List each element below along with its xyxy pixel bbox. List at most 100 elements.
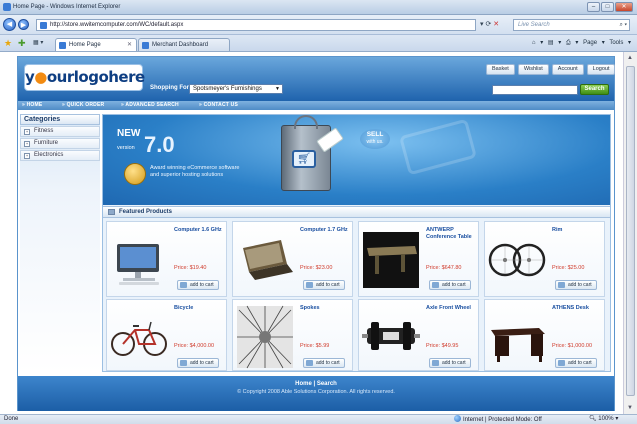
spokes-image	[237, 305, 293, 369]
add-to-cart-button[interactable]: add to cart	[303, 280, 345, 290]
command-labels[interactable]: Page ▾ Tools ▾	[583, 40, 631, 46]
featured-products-header: Featured Products	[103, 206, 610, 218]
add-to-cart-button[interactable]: add to cart	[555, 280, 597, 290]
nav-advanced-search[interactable]: » ADVANCED SEARCH	[121, 102, 179, 108]
site-logo[interactable]: y●ourlogohere	[24, 64, 145, 91]
search-icon[interactable]: ⌕ ▾	[619, 20, 627, 30]
product-card[interactable]: Axle Front Wheel Price: $49.95 add to ca…	[358, 299, 479, 371]
tab-favicon	[59, 42, 66, 49]
add-to-cart-button[interactable]: add to cart	[555, 358, 597, 368]
product-price: Price: $4,000.00	[174, 343, 215, 349]
add-to-cart-button[interactable]: add to cart	[303, 358, 345, 368]
site-search-button[interactable]: Search	[580, 84, 609, 95]
tab-home-page[interactable]: Home Page ✕	[55, 38, 137, 51]
hub-image	[362, 322, 420, 350]
add-to-cart-button[interactable]: add to cart	[429, 280, 471, 290]
vertical-scrollbar[interactable]: ▲ ▼	[623, 52, 637, 414]
site-search-input[interactable]	[492, 85, 578, 95]
logo-y: y	[25, 68, 35, 86]
forward-icon[interactable]: ▶	[18, 19, 29, 30]
tab-label: Home Page	[69, 42, 101, 48]
product-card[interactable]: Computer 1.7 GHz Price: $23.00 add to ca…	[232, 221, 353, 297]
product-name[interactable]: Bicycle	[174, 305, 226, 312]
product-name[interactable]: Spokes	[300, 305, 352, 312]
refresh-stop-icons[interactable]: ▾ ⟳ ✕	[480, 20, 499, 28]
command-bar[interactable]: ⌂ ▾ ▤ ▾ ⎙ ▾ Page ▾ Tools ▾	[532, 39, 631, 47]
product-name[interactable]: Axle Front Wheel	[426, 305, 478, 312]
award-text: Award winning eCommerce software and sup…	[150, 165, 240, 178]
shop-for-select[interactable]: Spotsmeyer's Furnishings ▼	[189, 84, 283, 94]
tab-merchant-dashboard[interactable]: Merchant Dashboard	[138, 38, 230, 51]
account-button[interactable]: Account	[551, 64, 584, 75]
ie-icon	[3, 3, 11, 11]
minimize-button[interactable]: –	[587, 2, 600, 12]
featured-title: Featured Products	[119, 209, 173, 215]
nav-contact-us[interactable]: » CONTACT US	[199, 102, 238, 108]
footer-links[interactable]: Home | Search	[18, 381, 614, 387]
table-image	[363, 232, 419, 288]
wishlist-button[interactable]: Wishlist	[517, 64, 549, 75]
add-to-cart-label: add to cart	[568, 282, 592, 288]
expand-icon[interactable]: +	[24, 153, 30, 159]
add-to-cart-label: add to cart	[190, 282, 214, 288]
site-header: y●ourlogohere Shopping For: Spotsmeyer's…	[18, 57, 616, 101]
product-card[interactable]: Rim Price: $25.00 add to cart	[484, 221, 605, 297]
category-fitness[interactable]: + Fitness	[20, 126, 100, 137]
close-window-button[interactable]: ✕	[615, 2, 633, 12]
globe-icon	[454, 415, 461, 422]
favorites-star-icon[interactable]: ★	[4, 38, 12, 49]
category-electronics[interactable]: + Electronics	[20, 150, 100, 161]
scroll-down-icon[interactable]: ▼	[627, 405, 633, 411]
tab-list-icon[interactable]: ▦ ▾	[33, 39, 43, 46]
product-card[interactable]: Bicycle Price: $4,000.00 add to cart	[106, 299, 227, 371]
scroll-up-icon[interactable]: ▲	[627, 55, 633, 61]
window-title: Home Page - Windows Internet Explorer	[13, 4, 121, 10]
basket-button[interactable]: Basket	[486, 64, 515, 75]
product-card[interactable]: Computer 1.6 GHz Price: $19.40 add to ca…	[106, 221, 227, 297]
categories-title: Categories	[20, 114, 100, 125]
product-card[interactable]: Spokes Price: $5.99 add to cart	[232, 299, 353, 371]
tab-label: Merchant Dashboard	[152, 42, 209, 48]
add-to-cart-button[interactable]: add to cart	[177, 358, 219, 368]
live-search-input[interactable]: Live Search ⌕ ▾	[513, 19, 630, 31]
add-to-cart-button[interactable]: add to cart	[429, 358, 471, 368]
product-name[interactable]: Computer 1.6 GHz	[174, 227, 226, 234]
page-favicon	[40, 22, 47, 29]
site-nav: » HOME » QUICK ORDER » ADVANCED SEARCH »…	[18, 101, 614, 110]
add-to-cart-label: add to cart	[316, 282, 340, 288]
close-tab-icon[interactable]: ✕	[127, 39, 132, 51]
back-icon[interactable]: ◀	[3, 18, 16, 31]
product-name[interactable]: ANTWERP Conference Table	[426, 227, 478, 241]
nav-home[interactable]: » HOME	[22, 102, 42, 108]
expand-icon[interactable]: +	[24, 141, 30, 147]
store-site: y●ourlogohere Shopping For: Spotsmeyer's…	[17, 56, 616, 411]
zone-label: Internet | Protected Mode: Off	[463, 417, 542, 423]
cart-icon	[306, 360, 313, 366]
add-to-cart-button[interactable]: add to cart	[177, 280, 219, 290]
page-viewport: y●ourlogohere Shopping For: Spotsmeyer's…	[0, 52, 623, 414]
address-bar-row: ◀ ▶ http://store.wwitemcomputer.com/WC/d…	[0, 15, 637, 35]
cart-icon	[558, 282, 565, 288]
category-furniture[interactable]: + Furniture	[20, 138, 100, 149]
promo-banner[interactable]: NEW version 7.0 Award winning eCommerce …	[103, 115, 610, 205]
logout-button[interactable]: Logout	[586, 64, 616, 75]
nav-quick-order[interactable]: » QUICK ORDER	[62, 102, 104, 108]
chevron-down-icon: ▼	[275, 86, 280, 92]
product-price: Price: $647.80	[426, 265, 462, 271]
security-zone[interactable]: Internet | Protected Mode: Off	[454, 415, 542, 424]
product-card[interactable]: ATHENS Desk Price: $1,000.00 add to cart	[484, 299, 605, 371]
product-card[interactable]: ANTWERP Conference Table Price: $647.80 …	[358, 221, 479, 297]
copyright-text: © Copyright 2008 Able Solutions Corporat…	[237, 389, 395, 395]
zoom-level[interactable]: 🔍︎ 100% ▾	[589, 415, 618, 424]
maximize-button[interactable]: □	[601, 2, 614, 12]
product-name[interactable]: Rim	[552, 227, 604, 234]
product-name[interactable]: ATHENS Desk	[552, 305, 604, 312]
add-favorite-icon[interactable]: ✚	[18, 38, 26, 49]
address-field[interactable]: http://store.wwitemcomputer.com/WC/defau…	[36, 19, 476, 31]
product-name[interactable]: Computer 1.7 GHz	[300, 227, 352, 234]
expand-icon[interactable]: +	[24, 129, 30, 135]
scroll-thumb[interactable]	[626, 66, 635, 396]
sell-with-us-badge[interactable]: SELL with us.	[360, 129, 390, 149]
product-price: Price: $49.95	[426, 343, 459, 349]
sell-sub-label: with us.	[366, 139, 384, 145]
